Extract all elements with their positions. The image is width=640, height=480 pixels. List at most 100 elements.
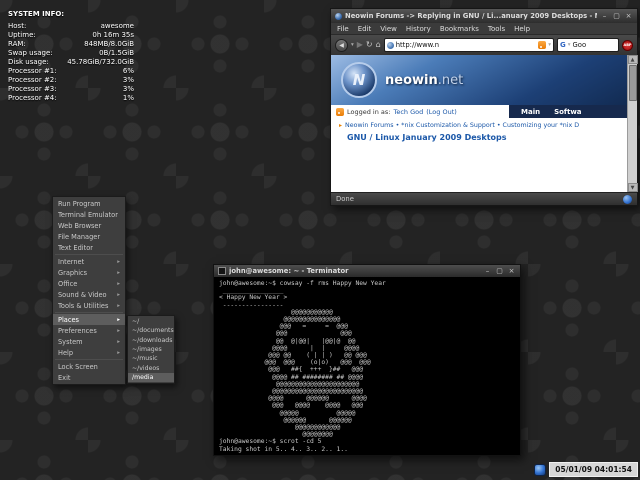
menu-separator [55, 312, 123, 313]
logout-link[interactable]: (Log Out) [426, 108, 457, 116]
menu-item-office[interactable]: Office▸ [53, 278, 125, 289]
google-search-engine-icon[interactable]: G [560, 41, 566, 49]
firefox-titlebar[interactable]: Neowin Forums -> Replying in GNU / Li...… [331, 9, 637, 23]
menu-item-sound-video[interactable]: Sound & Video▸ [53, 289, 125, 300]
submenu-item-images[interactable]: ~/images [128, 345, 174, 354]
clock: 05/01/09 04:01:54 [549, 462, 638, 477]
terminal-viewport[interactable]: john@awesome:~$ cowsay -f rms Happy New … [214, 277, 520, 455]
minimize-button[interactable]: – [483, 266, 492, 276]
submenu-item-downloads[interactable]: ~/downloads [128, 336, 174, 345]
username-link[interactable]: Tech God [393, 108, 423, 116]
menubar-item-tools[interactable]: Tools [488, 25, 505, 33]
menu-item-terminal-emulator[interactable]: Terminal Emulator [53, 209, 125, 220]
terminal-titlebar[interactable]: john@awesome: ~ - Terminator – ▢ × [214, 265, 520, 277]
minimize-button[interactable]: – [600, 11, 609, 21]
menu-item-text-editor[interactable]: Text Editor [53, 242, 125, 253]
breadcrumb-trail[interactable]: Neowin Forums • *nix Customization & Sup… [345, 122, 579, 129]
info-value: 848MB/8.0GiB [84, 40, 134, 49]
info-value: 0h 16m 35s [92, 31, 134, 40]
info-value: awesome [101, 22, 134, 31]
menubar-item-bookmarks[interactable]: Bookmarks [440, 25, 479, 33]
info-label: Processor #2: [8, 76, 57, 85]
url-bar[interactable]: ▾ [384, 38, 554, 52]
maximize-button[interactable]: ▢ [495, 266, 504, 276]
adblock-plus-icon[interactable]: ABP [622, 40, 633, 51]
menu-item-places[interactable]: Places▸ [53, 314, 125, 325]
menu-item-run-program[interactable]: Run Program [53, 198, 125, 209]
submenu-item-music[interactable]: ~/music [128, 354, 174, 363]
search-input[interactable] [573, 41, 616, 49]
submenu-arrow-icon: ▸ [117, 270, 120, 276]
system-tray: 05/01/09 04:01:54 [534, 462, 638, 477]
breadcrumb-arrow-icon: ▸ [339, 122, 342, 129]
menu-item-exit[interactable]: Exit [53, 372, 125, 383]
statusbar-extension-icon[interactable] [623, 195, 632, 204]
home-icon[interactable]: ⌂ [376, 41, 381, 49]
nav-link-main[interactable]: Main [521, 108, 540, 116]
submenu-item-documents[interactable]: ~/documents [128, 326, 174, 335]
scroll-up-icon[interactable]: ▲ [628, 55, 638, 64]
close-button[interactable]: × [507, 266, 516, 276]
submenu-item-videos[interactable]: ~/videos [128, 363, 174, 372]
info-row: Processor #3:3% [8, 85, 134, 94]
scrollbar[interactable]: ▲ ▼ [627, 55, 637, 192]
menubar-item-view[interactable]: View [380, 25, 397, 33]
thread-title[interactable]: GNU / Linux January 2009 Desktops [331, 130, 627, 142]
login-status: Logged in as: Tech God (Log Out) [331, 105, 509, 118]
terminator-window: john@awesome: ~ - Terminator – ▢ × john@… [213, 264, 521, 456]
menu-item-system[interactable]: System▸ [53, 336, 125, 347]
app-menu: Run Program Terminal Emulator Web Browse… [52, 196, 126, 385]
webpage: N neowin.net Logged in as: Tech God (Log… [331, 55, 627, 192]
back-history-dropdown-icon[interactable]: ▾ [351, 42, 354, 48]
menu-item-file-manager[interactable]: File Manager [53, 231, 125, 242]
status-bar: Done [331, 192, 637, 205]
firefox-window: Neowin Forums -> Replying in GNU / Li...… [330, 8, 638, 206]
menubar-item-history[interactable]: History [406, 25, 431, 33]
menu-item-label: File Manager [58, 233, 120, 241]
neowin-banner: N neowin.net [331, 55, 627, 105]
menubar-item-help[interactable]: Help [514, 25, 530, 33]
menu-item-tools-utilities[interactable]: Tools & Utilities▸ [53, 300, 125, 311]
menu-item-graphics[interactable]: Graphics▸ [53, 267, 125, 278]
scrollbar-thumb[interactable] [629, 65, 637, 101]
info-row: Swap usage:0B/1.5GiB [8, 49, 134, 58]
maximize-button[interactable]: ▢ [612, 11, 621, 21]
forward-icon[interactable]: ▶ [357, 41, 363, 49]
search-bar[interactable]: G ▾ [557, 38, 619, 52]
back-button[interactable]: ◀ [335, 39, 348, 52]
submenu-item-media[interactable]: /media [128, 373, 174, 382]
terminal-output: john@awesome:~$ cowsay -f rms Happy New … [219, 280, 515, 453]
info-row: Processor #2: 3% [8, 76, 134, 85]
url-input[interactable] [396, 41, 537, 49]
menubar-item-file[interactable]: File [337, 25, 349, 33]
info-value: 6% [123, 67, 134, 76]
info-row: Uptime:0h 16m 35s [8, 31, 134, 40]
nav-link-software[interactable]: Softwa [554, 108, 581, 116]
info-value: 3% [123, 76, 134, 85]
menu-item-web-browser[interactable]: Web Browser [53, 220, 125, 231]
scroll-down-icon[interactable]: ▼ [628, 183, 638, 192]
search-engine-dropdown-icon[interactable]: ▾ [568, 42, 571, 48]
rss-feed-icon[interactable] [538, 41, 546, 49]
systray-icon[interactable] [534, 464, 546, 476]
info-label: Processor #3: [8, 85, 57, 94]
info-label: Disk usage: [8, 58, 49, 67]
rss-icon[interactable] [336, 108, 344, 116]
menu-item-preferences[interactable]: Preferences▸ [53, 325, 125, 336]
menu-item-lock-screen[interactable]: Lock Screen [53, 361, 125, 372]
submenu-item-home[interactable]: ~/ [128, 317, 174, 326]
neowin-logo-letter: N [353, 71, 366, 89]
menu-item-help[interactable]: Help▸ [53, 347, 125, 358]
menu-item-label: Preferences [58, 327, 117, 335]
info-label: Host: [8, 22, 26, 31]
close-button[interactable]: × [624, 11, 633, 21]
submenu-arrow-icon: ▸ [117, 281, 120, 287]
menu-item-internet[interactable]: Internet▸ [53, 256, 125, 267]
terminal-app-icon [218, 267, 226, 275]
url-dropdown-icon[interactable]: ▾ [548, 42, 551, 48]
menu-item-label: Office [58, 280, 117, 288]
info-row: Disk usage:45.78GiB/732.0GiB [8, 58, 134, 67]
menubar-item-edit[interactable]: Edit [358, 25, 372, 33]
reload-icon[interactable]: ↻ [366, 41, 373, 49]
menu-item-label: Lock Screen [58, 363, 120, 371]
